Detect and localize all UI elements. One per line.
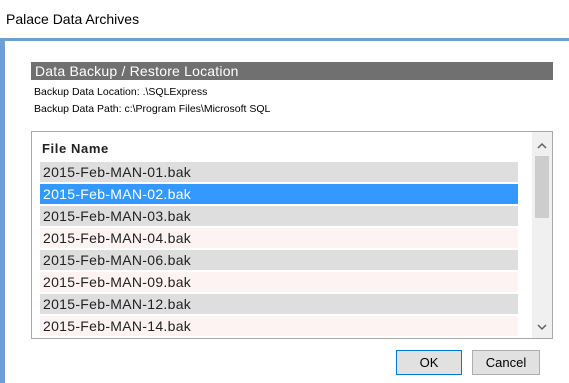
list-item[interactable]: 2015-Feb-MAN-06.bak [40,250,518,270]
title-bar[interactable]: Palace Data Archives [0,0,569,38]
list-item[interactable]: 2015-Feb-MAN-03.bak [40,206,518,226]
list-item-selected[interactable]: 2015-Feb-MAN-02.bak [40,184,518,204]
chevron-down-icon[interactable] [532,318,552,336]
column-header-file-name[interactable]: File Name [42,141,109,156]
list-item[interactable]: 2015-Feb-MAN-12.bak [40,294,518,314]
backup-path-label: Backup Data Path: c:\Program Files\Micro… [34,103,271,115]
file-listbox[interactable]: File Name 2015-Feb-MAN-01.bak 2015-Feb-M… [31,131,553,339]
list-item[interactable]: 2015-Feb-MAN-01.bak [40,162,518,182]
backup-location-label: Backup Data Location: .\SQLExpress [34,86,208,98]
cancel-button[interactable]: Cancel [472,350,540,375]
vertical-scrollbar[interactable] [532,132,552,338]
scrollbar-thumb[interactable] [535,156,549,218]
list-item[interactable]: 2015-Feb-MAN-14.bak [40,316,518,336]
section-header: Data Backup / Restore Location [31,62,553,80]
ok-button[interactable]: OK [396,350,462,375]
file-rows: 2015-Feb-MAN-01.bak 2015-Feb-MAN-02.bak … [40,162,518,338]
chevron-up-icon[interactable] [532,136,552,154]
list-item[interactable]: 2015-Feb-MAN-04.bak [40,228,518,248]
window-title: Palace Data Archives [6,11,140,27]
list-item[interactable]: 2015-Feb-MAN-09.bak [40,272,518,292]
